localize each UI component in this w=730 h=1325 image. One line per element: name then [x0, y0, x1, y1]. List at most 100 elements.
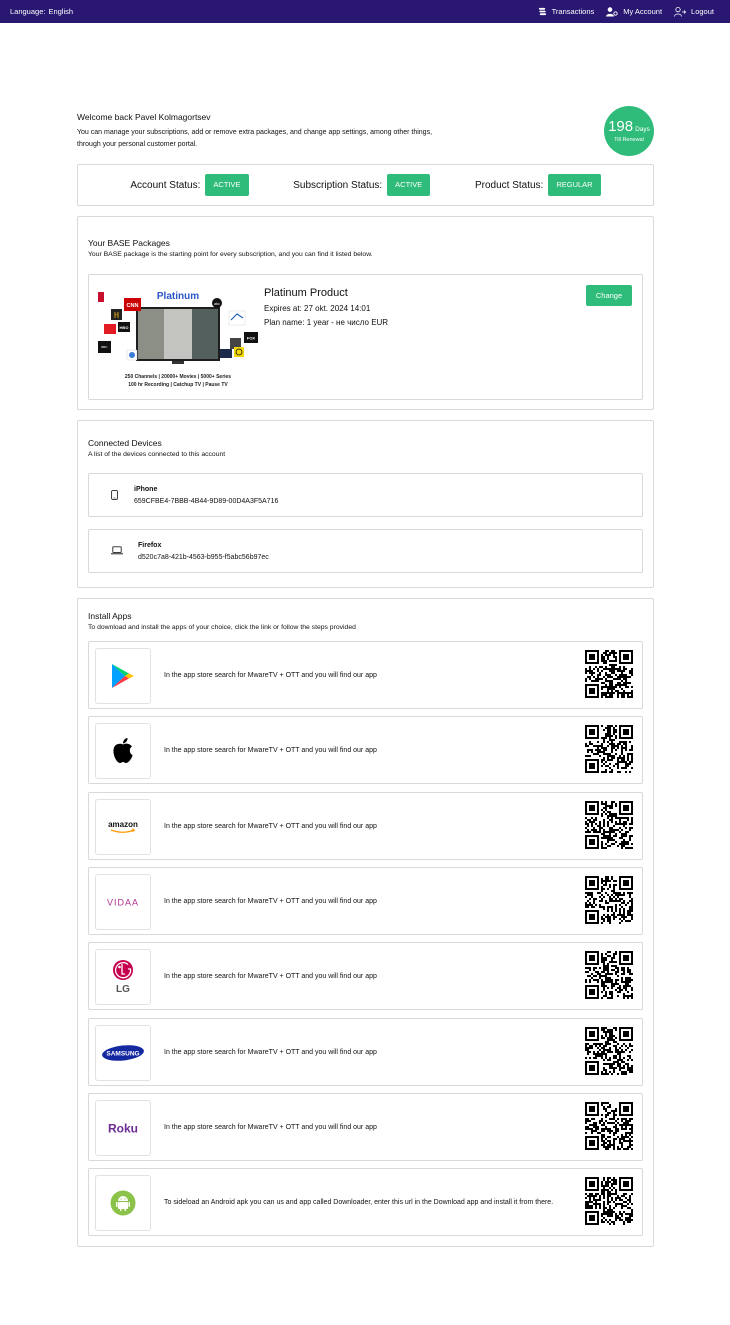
- package-name: Platinum Product: [264, 287, 348, 299]
- vidaa-icon: VIDAA: [107, 898, 139, 908]
- qr-code: [585, 725, 633, 773]
- app-row-roku[interactable]: Roku In the app store search for MwareTV…: [88, 1093, 643, 1161]
- package-item: Platinum CNN H HBO BBC abc FOX 250 Chann…: [88, 274, 643, 400]
- android-logo[interactable]: [95, 1175, 151, 1231]
- product-status: Product Status: REGULAR: [475, 174, 601, 196]
- platinum-package-image: Platinum CNN H HBO BBC abc FOX 250 Chann…: [98, 291, 258, 388]
- lg-logo[interactable]: LG: [95, 949, 151, 1005]
- apps-title: Install Apps: [88, 611, 132, 621]
- language-selector[interactable]: Language: English: [10, 7, 73, 16]
- qr-code: [585, 650, 633, 698]
- app-row-vidaa[interactable]: VIDAA In the app store search for MwareT…: [88, 867, 643, 935]
- device-id: 659CFBE4-7BBB-4B44-9D89-00D4A3F5A716: [134, 498, 279, 505]
- app-instructions: In the app store search for MwareTV + OT…: [164, 747, 377, 754]
- qr-code: [585, 1177, 633, 1225]
- base-packages-card: Your BASE Packages Your BASE package is …: [77, 216, 654, 410]
- install-apps-card: Install Apps To download and install the…: [77, 598, 654, 1247]
- app-instructions: In the app store search for MwareTV + OT…: [164, 823, 377, 830]
- package-features-line-2: 100 hr Recording | Catchup TV | Pause TV: [128, 382, 228, 388]
- qr-code: [585, 801, 633, 849]
- package-features-line-1: 250 Channels | 20000+ Movies | 5000+ Ser…: [125, 374, 231, 380]
- svg-text:abc: abc: [214, 302, 220, 306]
- apple-logo[interactable]: [95, 723, 151, 779]
- renewal-unit: Days: [635, 125, 650, 133]
- subscription-status-label: Subscription Status:: [293, 179, 383, 191]
- roku-icon: Roku: [108, 1122, 138, 1136]
- app-row-amazon[interactable]: amazon In the app store search for Mware…: [88, 792, 643, 860]
- android-icon: [110, 1190, 136, 1216]
- app-row-google-play[interactable]: In the app store search for MwareTV + OT…: [88, 641, 643, 709]
- qr-code: [585, 1102, 633, 1150]
- devices-description: A list of the devices connected to this …: [88, 451, 226, 458]
- apps-description: To download and install the apps of your…: [88, 624, 356, 631]
- vidaa-logo[interactable]: VIDAA: [95, 874, 151, 930]
- google-play-icon: [112, 664, 134, 688]
- connected-devices-card: Connected Devices A list of the devices …: [77, 420, 654, 588]
- app-instructions: In the app store search for MwareTV + OT…: [164, 1124, 377, 1131]
- transactions-label: Transactions: [551, 7, 595, 16]
- welcome-section: Welcome back Pavel Kolmagortsev You can …: [77, 106, 654, 157]
- top-nav-links: Transactions My Account Logout: [538, 6, 714, 17]
- welcome-text: You can manage your subscriptions, add o…: [77, 127, 467, 151]
- subscription-status-badge: ACTIVE: [387, 174, 431, 196]
- app-instructions: In the app store search for MwareTV + OT…: [164, 1049, 377, 1056]
- laptop-icon: [111, 546, 123, 557]
- qr-code: [585, 1027, 633, 1075]
- svg-text:VIDAA: VIDAA: [107, 898, 139, 908]
- device-item[interactable]: Firefox d520c7a8-421b-4563-b955-f5abc56b…: [88, 529, 643, 573]
- my-account-label: My Account: [623, 7, 663, 16]
- welcome-heading: Welcome back Pavel Kolmagortsev: [77, 112, 211, 122]
- logout-label: Logout: [691, 7, 714, 16]
- qr-code: [585, 951, 633, 999]
- welcome-line-1: You can manage your subscriptions, add o…: [77, 129, 433, 136]
- sideload-instructions: To sideload an Android apk you can us an…: [164, 1199, 554, 1206]
- transactions-icon: [538, 7, 547, 16]
- google-play-logo[interactable]: [95, 648, 151, 704]
- devices-title: Connected Devices: [88, 438, 162, 448]
- my-account-link[interactable]: My Account: [606, 6, 663, 17]
- renewal-badge: 198 Days Till Renewal: [604, 106, 654, 156]
- app-instructions: In the app store search for MwareTV + OT…: [164, 898, 377, 905]
- app-instructions: In the app store search for MwareTV + OT…: [164, 973, 377, 980]
- package-plan: Plan name: 1 year - не число EUR: [264, 318, 389, 327]
- device-item[interactable]: iPhone 659CFBE4-7BBB-4B44-9D89-00D4A3F5A…: [88, 473, 643, 517]
- product-status-badge: REGULAR: [548, 174, 601, 196]
- roku-logo[interactable]: Roku: [95, 1100, 151, 1156]
- svg-text:SAMSUNG: SAMSUNG: [106, 1051, 139, 1058]
- svg-text:BBC: BBC: [101, 345, 108, 349]
- device-name: iPhone: [134, 486, 158, 493]
- samsung-logo[interactable]: SAMSUNG: [95, 1025, 151, 1081]
- app-instructions: In the app store search for MwareTV + OT…: [164, 672, 377, 679]
- svg-text:H: H: [114, 312, 120, 320]
- svg-text:CNN: CNN: [127, 303, 139, 309]
- welcome-line-2: through your personal customer portal.: [77, 141, 198, 148]
- device-id: d520c7a8-421b-4563-b955-f5abc56b97ec: [138, 554, 269, 561]
- svg-text:amazon: amazon: [108, 820, 138, 829]
- svg-text:LG: LG: [116, 984, 130, 995]
- packages-title: Your BASE Packages: [88, 238, 170, 248]
- logout-link[interactable]: Logout: [674, 6, 714, 17]
- product-status-label: Product Status:: [474, 179, 544, 191]
- samsung-icon: SAMSUNG: [102, 1045, 144, 1061]
- svg-text:FOX: FOX: [247, 336, 256, 341]
- amazon-icon: amazon: [108, 820, 138, 833]
- app-row-apple[interactable]: In the app store search for MwareTV + OT…: [88, 716, 643, 784]
- phone-icon: [111, 490, 118, 502]
- app-row-samsung[interactable]: SAMSUNG In the app store search for Mwar…: [88, 1018, 643, 1086]
- app-row-android[interactable]: To sideload an Android apk you can us an…: [88, 1168, 643, 1236]
- package-info: Platinum Product Expires at: 27 okt. 202…: [264, 287, 388, 330]
- device-name: Firefox: [138, 542, 162, 549]
- package-image-title: Platinum: [157, 291, 199, 302]
- top-navbar: Language: English Transactions My Accoun…: [0, 0, 730, 23]
- user-gear-icon: [606, 6, 618, 17]
- change-package-button[interactable]: Change: [586, 285, 632, 306]
- user-logout-icon: [674, 6, 687, 17]
- amazon-logo[interactable]: amazon: [95, 799, 151, 855]
- package-expiry: Expires at: 27 okt. 2024 14:01: [264, 304, 371, 313]
- account-status-badge: ACTIVE: [205, 174, 249, 196]
- qr-code: [585, 876, 633, 924]
- renewal-days: 198: [608, 117, 634, 135]
- app-row-lg[interactable]: LG In the app store search for MwareTV +…: [88, 942, 643, 1010]
- apple-icon: [113, 738, 133, 763]
- transactions-link[interactable]: Transactions: [538, 7, 595, 16]
